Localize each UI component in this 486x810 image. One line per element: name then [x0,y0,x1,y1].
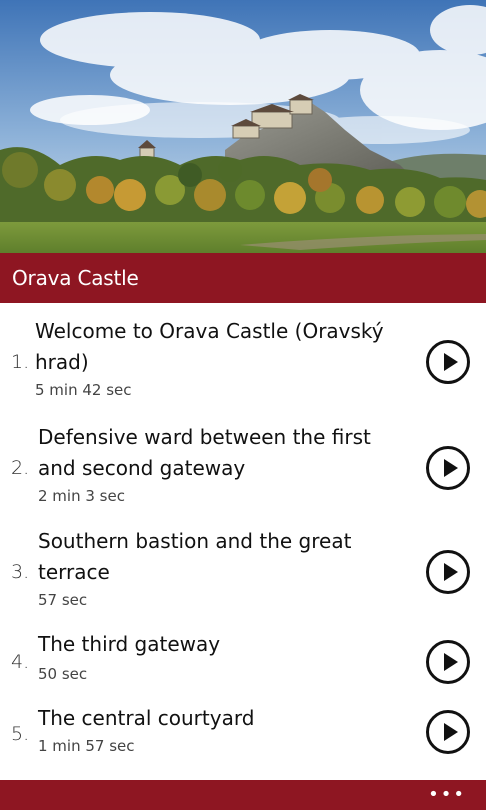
play-icon [444,459,458,477]
hero-image [0,0,486,253]
play-button[interactable] [426,710,470,754]
track-number: 2. [11,457,30,479]
track-title: Defensive ward between the first and sec… [38,425,371,480]
play-icon [444,353,458,371]
track-duration: 2 min 3 sec [38,487,125,505]
page-title: Orava Castle [12,266,139,290]
track-duration: 5 min 42 sec [35,381,132,399]
play-button[interactable] [426,446,470,490]
list-item[interactable]: 2. Defensive ward between the first and … [0,409,486,515]
track-duration: 1 min 57 sec [38,737,135,755]
play-button[interactable] [426,550,470,594]
track-number: 5. [11,723,30,745]
track-title: Welcome to Orava Castle (Oravský hrad) [35,319,384,374]
more-options-icon[interactable]: ••• [428,786,466,804]
list-item[interactable]: 4. The third gateway 50 sec [0,619,486,693]
track-title: The central courtyard [38,706,255,730]
list-item[interactable]: 5. The central courtyard 1 min 57 sec [0,693,486,780]
play-button[interactable] [426,640,470,684]
list-item[interactable]: 3. Southern bastion and the great terrac… [0,515,486,619]
track-duration: 57 sec [38,591,88,609]
play-button[interactable] [426,340,470,384]
play-icon [444,723,458,741]
castle-landscape-image [0,0,486,253]
track-number: 4. [11,651,30,673]
track-title: Southern bastion and the great terrace [38,529,352,584]
play-icon [444,653,458,671]
track-number: 1. [11,351,30,373]
app-bar: ••• [0,780,486,810]
track-duration: 50 sec [38,665,88,683]
track-list[interactable]: 1. Welcome to Orava Castle (Oravský hrad… [0,303,486,780]
play-icon [444,563,458,581]
track-title: The third gateway [38,632,221,656]
header-bar: Orava Castle [0,253,486,303]
list-item[interactable]: 1. Welcome to Orava Castle (Oravský hrad… [0,303,486,409]
track-number: 3. [11,561,30,583]
